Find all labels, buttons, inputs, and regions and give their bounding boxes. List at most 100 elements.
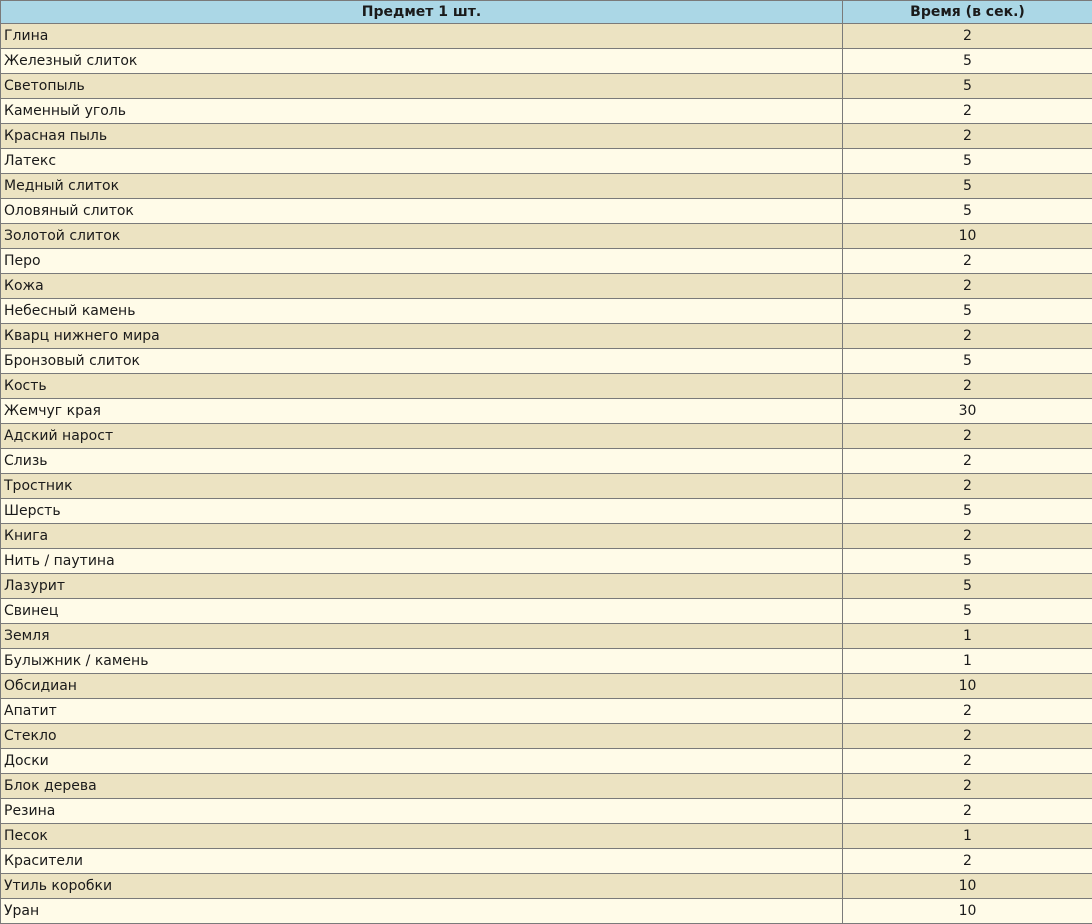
time-seconds-cell: 5	[842, 548, 1092, 574]
time-seconds-cell: 2	[842, 773, 1092, 799]
table-row: Свинец 5	[0, 598, 1092, 624]
table-row: Оловяный слиток 5	[0, 198, 1092, 224]
table-row: Золотой слиток 10	[0, 223, 1092, 249]
table-row: Жемчуг края 30	[0, 398, 1092, 424]
time-seconds-cell: 5	[842, 498, 1092, 524]
table-row: Глина 2	[0, 23, 1092, 49]
item-name-cell: Каменный уголь	[0, 98, 843, 124]
time-seconds-cell: 2	[842, 523, 1092, 549]
item-name-cell: Утиль коробки	[0, 873, 843, 899]
column-header-item: Предмет 1 шт.	[0, 0, 843, 24]
table-row: Красители 2	[0, 848, 1092, 874]
table-row: Кварц нижнего мира 2	[0, 323, 1092, 349]
item-name-cell: Бронзовый слиток	[0, 348, 843, 374]
item-name-cell: Шерсть	[0, 498, 843, 524]
time-seconds-cell: 5	[842, 173, 1092, 199]
item-name-cell: Апатит	[0, 698, 843, 724]
item-name-cell: Обсидиан	[0, 673, 843, 699]
item-name-cell: Нить / паутина	[0, 548, 843, 574]
item-name-cell: Адский нарост	[0, 423, 843, 449]
item-name-cell: Слизь	[0, 448, 843, 474]
item-name-cell: Глина	[0, 23, 843, 49]
table-row: Перо 2	[0, 248, 1092, 274]
time-seconds-cell: 5	[842, 148, 1092, 174]
time-seconds-cell: 10	[842, 223, 1092, 249]
item-name-cell: Кварц нижнего мира	[0, 323, 843, 349]
table-row: Лазурит 5	[0, 573, 1092, 599]
column-header-time: Время (в сек.)	[842, 0, 1092, 24]
table-row: Апатит 2	[0, 698, 1092, 724]
time-seconds-cell: 2	[842, 123, 1092, 149]
table-row: Земля 1	[0, 623, 1092, 649]
time-seconds-cell: 2	[842, 323, 1092, 349]
time-seconds-cell: 30	[842, 398, 1092, 424]
time-seconds-cell: 2	[842, 748, 1092, 774]
time-seconds-cell: 2	[842, 98, 1092, 124]
item-name-cell: Свинец	[0, 598, 843, 624]
item-name-cell: Медный слиток	[0, 173, 843, 199]
time-seconds-cell: 10	[842, 873, 1092, 899]
time-seconds-cell: 5	[842, 198, 1092, 224]
item-name-cell: Небесный камень	[0, 298, 843, 324]
time-seconds-cell: 5	[842, 573, 1092, 599]
item-name-cell: Перо	[0, 248, 843, 274]
time-seconds-cell: 2	[842, 248, 1092, 274]
table-row: Нить / паутина 5	[0, 548, 1092, 574]
item-name-cell: Резина	[0, 798, 843, 824]
table-row: Песок 1	[0, 823, 1092, 849]
table-row: Утиль коробки 10	[0, 873, 1092, 899]
time-seconds-cell: 1	[842, 648, 1092, 674]
table-row: Красная пыль 2	[0, 123, 1092, 149]
table-row: Шерсть 5	[0, 498, 1092, 524]
item-name-cell: Золотой слиток	[0, 223, 843, 249]
item-name-cell: Тростник	[0, 473, 843, 499]
items-time-table: Предмет 1 шт. Время (в сек.) Глина 2 Желез…	[0, 0, 1092, 924]
time-seconds-cell: 2	[842, 423, 1092, 449]
time-seconds-cell: 2	[842, 723, 1092, 749]
table-row: Слизь 2	[0, 448, 1092, 474]
item-name-cell: Стекло	[0, 723, 843, 749]
time-seconds-cell: 5	[842, 598, 1092, 624]
table-row: Медный слиток 5	[0, 173, 1092, 199]
table-row: Стекло 2	[0, 723, 1092, 749]
table-body: Глина 2 Железный слиток 5 Светопыль 5 Каменный…	[0, 23, 1092, 924]
table-row: Адский нарост 2	[0, 423, 1092, 449]
item-name-cell: Уран	[0, 898, 843, 924]
table-row: Доски 2	[0, 748, 1092, 774]
time-seconds-cell: 5	[842, 298, 1092, 324]
table-row: Бронзовый слиток 5	[0, 348, 1092, 374]
item-name-cell: Красители	[0, 848, 843, 874]
item-name-cell: Светопыль	[0, 73, 843, 99]
item-name-cell: Булыжник / камень	[0, 648, 843, 674]
table-row: Латекс 5	[0, 148, 1092, 174]
time-seconds-cell: 2	[842, 698, 1092, 724]
time-seconds-cell: 2	[842, 448, 1092, 474]
time-seconds-cell: 10	[842, 898, 1092, 924]
table-row: Блок дерева 2	[0, 773, 1092, 799]
time-seconds-cell: 2	[842, 273, 1092, 299]
table-row: Уран 10	[0, 898, 1092, 924]
table-row: Обсидиан 10	[0, 673, 1092, 699]
time-seconds-cell: 5	[842, 348, 1092, 374]
table-row: Резина 2	[0, 798, 1092, 824]
table-row: Каменный уголь 2	[0, 98, 1092, 124]
time-seconds-cell: 2	[842, 373, 1092, 399]
table-row: Небесный камень 5	[0, 298, 1092, 324]
item-name-cell: Песок	[0, 823, 843, 849]
item-name-cell: Доски	[0, 748, 843, 774]
time-seconds-cell: 2	[842, 848, 1092, 874]
item-name-cell: Оловяный слиток	[0, 198, 843, 224]
table-row: Тростник 2	[0, 473, 1092, 499]
item-name-cell: Земля	[0, 623, 843, 649]
item-name-cell: Железный слиток	[0, 48, 843, 74]
time-seconds-cell: 2	[842, 473, 1092, 499]
item-name-cell: Красная пыль	[0, 123, 843, 149]
item-name-cell: Блок дерева	[0, 773, 843, 799]
item-name-cell: Жемчуг края	[0, 398, 843, 424]
table-row: Железный слиток 5	[0, 48, 1092, 74]
item-name-cell: Латекс	[0, 148, 843, 174]
time-seconds-cell: 1	[842, 823, 1092, 849]
time-seconds-cell: 1	[842, 623, 1092, 649]
item-name-cell: Кожа	[0, 273, 843, 299]
item-name-cell: Кость	[0, 373, 843, 399]
